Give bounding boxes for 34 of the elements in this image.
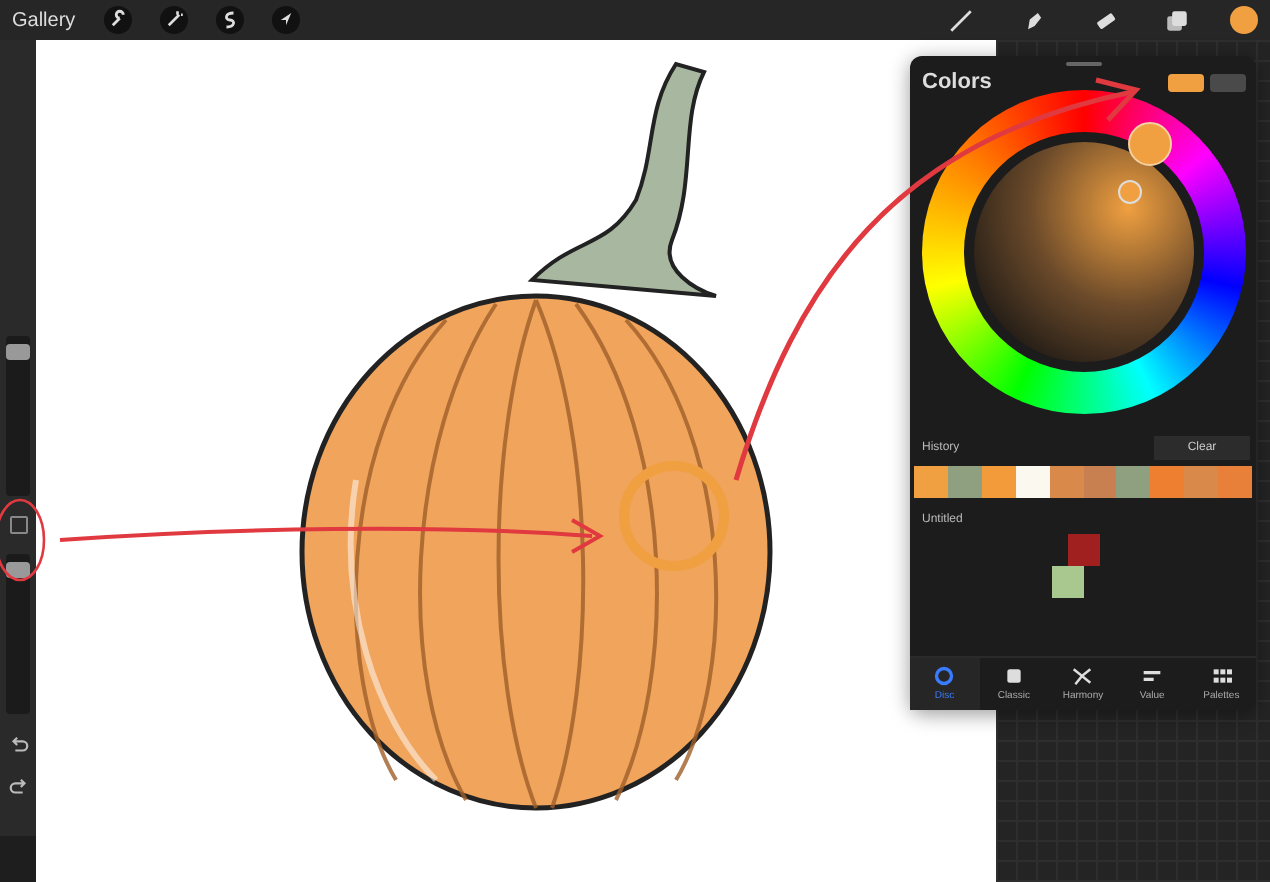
slider-thumb[interactable] xyxy=(6,561,30,577)
grid-icon xyxy=(1211,666,1232,686)
hue-handle[interactable] xyxy=(1127,122,1171,166)
brush-icon[interactable] xyxy=(948,7,974,33)
drag-handle[interactable] xyxy=(1065,62,1101,66)
square-icon xyxy=(1003,666,1024,686)
palette-swatch[interactable] xyxy=(1051,566,1083,598)
gallery-button[interactable]: Gallery xyxy=(12,9,84,31)
history-swatch[interactable] xyxy=(981,466,1016,498)
history-swatch[interactable] xyxy=(1218,466,1253,498)
history-swatch[interactable] xyxy=(1083,466,1117,498)
palette-swatch[interactable] xyxy=(1067,534,1099,566)
current-color-button[interactable] xyxy=(1230,6,1258,34)
history-swatch[interactable] xyxy=(914,466,948,498)
magic-wand-icon[interactable] xyxy=(159,6,188,34)
history-swatch[interactable] xyxy=(1116,466,1151,498)
layers-icon[interactable] xyxy=(1164,7,1190,33)
color-swatch[interactable] xyxy=(1210,73,1246,91)
undo-icon[interactable] xyxy=(7,734,29,756)
s-curve-icon[interactable] xyxy=(215,6,244,34)
color-swatch[interactable] xyxy=(1168,73,1204,91)
sliders-icon xyxy=(1142,666,1163,686)
history-swatch[interactable] xyxy=(1015,466,1050,498)
panel-title: Colors xyxy=(922,70,994,94)
wrench-icon[interactable] xyxy=(103,6,132,34)
history-swatch[interactable] xyxy=(1184,466,1219,498)
history-swatch[interactable] xyxy=(1049,466,1084,498)
history-swatch[interactable] xyxy=(1150,466,1185,498)
color-picker-ring xyxy=(619,461,729,571)
redo-icon[interactable] xyxy=(7,776,29,798)
ring-icon xyxy=(934,666,955,686)
modify-button[interactable] xyxy=(9,516,27,534)
slider-thumb[interactable] xyxy=(6,343,30,359)
history-swatch[interactable] xyxy=(947,466,982,498)
